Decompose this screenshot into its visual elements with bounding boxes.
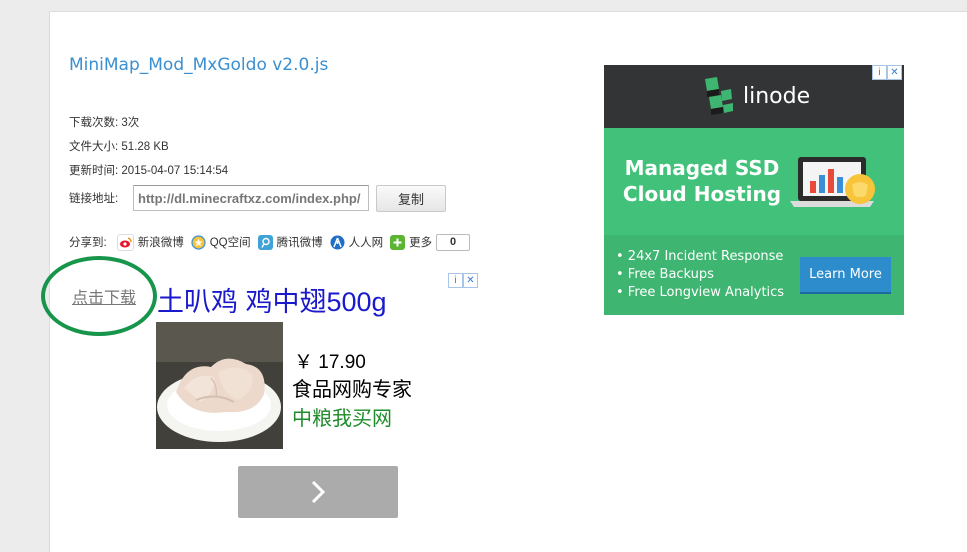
updated-row: 更新时间: 2015-04-07 15:14:54 xyxy=(69,162,228,178)
download-url-input[interactable] xyxy=(133,185,369,211)
size-label: 文件大小: xyxy=(69,141,119,153)
linode-headline-line2: Cloud Hosting xyxy=(622,182,782,206)
food-ad-choices[interactable]: i ✕ xyxy=(448,273,478,288)
share-tencent-weibo-label: 腾讯微博 xyxy=(276,237,323,249)
qzone-icon xyxy=(190,234,206,250)
download-link[interactable]: 点击下载 xyxy=(72,284,136,308)
food-ad-source[interactable]: 中粮我买网 xyxy=(292,402,392,431)
chevron-right-icon xyxy=(311,480,326,504)
downloads-value: 3次 xyxy=(121,117,140,129)
share-weibo-label: 新浪微博 xyxy=(137,237,184,249)
learn-more-button[interactable]: Learn More xyxy=(800,257,891,294)
linode-feature-item: • Free Longview Analytics xyxy=(616,285,785,300)
food-ad-headline[interactable]: 土叭鸡 鸡中翅500g xyxy=(157,280,387,319)
share-more[interactable]: 更多 xyxy=(390,234,432,250)
link-row: 链接地址: 复制 xyxy=(69,183,446,213)
share-more-label: 更多 xyxy=(409,237,433,249)
linode-feature-list: • 24x7 Incident Response • Free Backups … xyxy=(616,248,784,302)
tencent-weibo-icon xyxy=(257,234,273,250)
linode-headline: Managed SSD Cloud Hosting xyxy=(604,155,800,207)
linode-ad[interactable]: linode i ✕ Managed SSD Cloud Hosting • 2… xyxy=(604,65,904,315)
share-renren[interactable]: 人人网 xyxy=(329,234,384,250)
plus-icon xyxy=(390,234,406,250)
updated-value: 2015-04-07 15:14:54 xyxy=(121,165,229,177)
laptop-dashboard-icon xyxy=(790,157,875,207)
chicken-wings-image[interactable] xyxy=(156,322,283,449)
weibo-icon xyxy=(116,233,134,251)
downloads-label: 下载次数: xyxy=(69,117,119,129)
downloads-row: 下载次数: 3次 xyxy=(69,114,139,130)
renren-icon xyxy=(329,234,345,250)
updated-label: 更新时间: xyxy=(69,165,119,177)
share-tencent-weibo[interactable]: 腾讯微博 xyxy=(257,234,323,250)
linode-feature-item: • Free Backups xyxy=(616,267,714,282)
share-bar: 分享到: 新浪微博 QQ空间 腾讯微博 人人网 更多 0 xyxy=(69,232,471,252)
linode-logo-icon xyxy=(705,77,733,115)
share-qzone-label: QQ空间 xyxy=(209,237,251,249)
ad-close-icon[interactable]: ✕ xyxy=(463,273,478,288)
file-title-link[interactable]: MiniMap_Mod_MxGoldo v2.0.js xyxy=(69,55,328,75)
size-row: 文件大小: 51.28 KB xyxy=(69,138,169,154)
linode-brand-name: linode xyxy=(743,84,811,109)
share-label: 分享到: xyxy=(69,237,107,249)
adchoices-icon[interactable]: i xyxy=(872,65,887,80)
linode-ad-choices[interactable]: i ✕ xyxy=(872,65,902,80)
food-ad-description: 食品网购专家 xyxy=(292,379,412,401)
ad-close-icon[interactable]: ✕ xyxy=(887,65,902,80)
share-qzone[interactable]: QQ空间 xyxy=(190,234,251,250)
share-renren-label: 人人网 xyxy=(348,237,384,249)
adchoices-icon[interactable]: i xyxy=(448,273,463,288)
size-value: 51.28 KB xyxy=(121,141,169,153)
linode-feature-item: • 24x7 Incident Response xyxy=(616,249,784,264)
link-label: 链接地址: xyxy=(69,193,119,205)
ad-next-button[interactable] xyxy=(238,466,398,518)
copy-button[interactable]: 复制 xyxy=(376,184,446,212)
linode-headline-line1: Managed SSD xyxy=(624,156,780,180)
share-weibo[interactable]: 新浪微博 xyxy=(116,233,184,251)
download-area: 点击下载 xyxy=(41,256,157,336)
share-count: 0 xyxy=(436,233,471,251)
food-ad-price: ￥ 17.90 xyxy=(294,352,366,373)
